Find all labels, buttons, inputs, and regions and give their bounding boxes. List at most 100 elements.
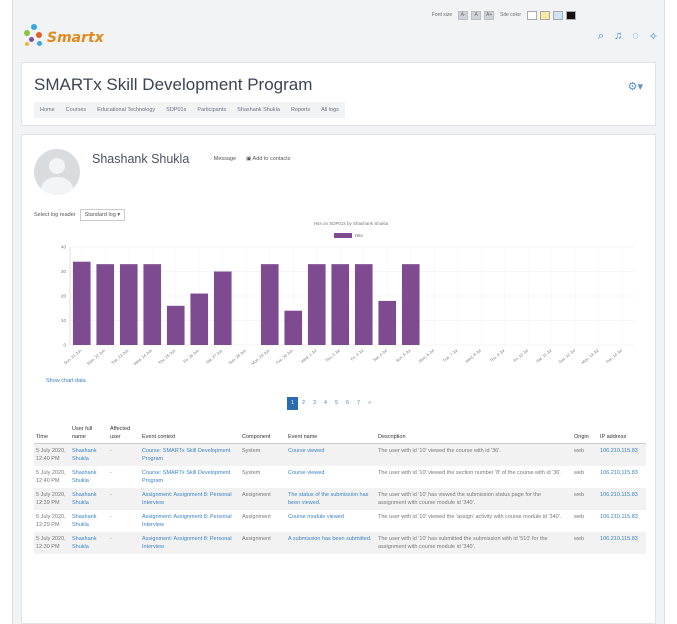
table-cell[interactable]: Course viewed (286, 443, 376, 466)
site-color-swatch[interactable] (540, 10, 550, 20)
y-tick-label: 20 (61, 294, 67, 299)
site-color-swatch[interactable] (566, 10, 576, 20)
page-link[interactable]: 3 (309, 397, 320, 410)
page-link[interactable]: 2 (298, 397, 309, 410)
table-cell[interactable]: Course module viewed (286, 510, 376, 532)
table-cell[interactable]: Shashank Shukla (70, 510, 108, 532)
table-cell: The user with id '10' viewed the 'assign… (378, 514, 562, 520)
table-cell[interactable]: Assignment: Assignment 8: Personal Inter… (140, 532, 240, 554)
breadcrumb-item[interactable]: Reports (291, 107, 310, 113)
page-link[interactable]: 4 (320, 397, 331, 410)
table-cell[interactable]: The status of the submission has been vi… (286, 488, 376, 510)
table-cell[interactable]: Shashank Shukla (70, 488, 108, 510)
table-cell[interactable]: 106.210.115.83 (598, 443, 646, 466)
table-cell[interactable]: Shashank Shukla (70, 443, 108, 466)
table-cell[interactable]: Course viewed (286, 466, 376, 488)
table-cell: 5 July 2020, 12:40 PM (36, 470, 66, 484)
page-link[interactable]: 7 (353, 397, 364, 410)
y-tick-label: 10 (61, 318, 67, 323)
x-tick-label: Sun, 28 Jun (227, 348, 247, 366)
x-tick-label: Thu, 2 Jul (324, 348, 341, 363)
message-link[interactable]: ◌ Message (209, 156, 236, 162)
column-header[interactable]: IP address (598, 423, 646, 444)
chart-bar (307, 264, 326, 345)
table-row: 5 July 2020, 12:40 PM Shashank Shukla - Cou… (34, 466, 646, 488)
chat-icon[interactable]: ◌ (632, 30, 639, 43)
bell-icon[interactable]: ♫ (614, 30, 622, 43)
x-tick-label: Wed, 24 Jun (133, 348, 153, 366)
search-icon[interactable]: ⌕ (598, 30, 604, 43)
table-cell: - (108, 488, 140, 510)
site-logo[interactable]: Smartx (23, 24, 104, 48)
page-link[interactable]: 6 (342, 397, 353, 410)
breadcrumb-item[interactable]: Home (40, 107, 55, 113)
font-reset-button[interactable]: A (471, 10, 482, 20)
breadcrumb-item[interactable]: Courses (66, 107, 86, 113)
table-cell[interactable]: A submission has been submitted. (286, 532, 376, 554)
table-cell: - (110, 470, 112, 476)
column-header[interactable]: User full name (70, 423, 108, 444)
chart-bar (96, 264, 115, 345)
font-decrease-button[interactable]: A- (458, 10, 469, 20)
chart-bar (260, 264, 279, 345)
breadcrumb-item[interactable]: Participants (197, 107, 226, 113)
chart-bar (166, 305, 185, 345)
column-header[interactable]: Component (240, 423, 286, 444)
table-cell[interactable]: 106.210.115.83 (598, 532, 646, 554)
table-cell[interactable]: Course: SMARTx Skill Development Program (140, 466, 240, 488)
page-link-active[interactable]: 1 (287, 397, 298, 410)
x-tick-label: Sun, 21 Jun (63, 348, 83, 366)
table-cell: web (572, 443, 598, 466)
log-table: Time User full name Affected user Event con… (34, 423, 646, 554)
table-cell[interactable]: Shashank Shukla (70, 532, 108, 554)
column-header[interactable]: Origin (572, 423, 598, 444)
column-header[interactable]: Event context (140, 423, 240, 444)
table-cell[interactable]: Course: SMARTx Skill Development Program (140, 443, 240, 466)
table-cell[interactable]: Assignment: Assignment 8: Personal Inter… (140, 510, 240, 532)
table-cell: Assignment (240, 488, 286, 510)
table-cell: System (240, 443, 286, 466)
chart-legend: Hits (334, 233, 363, 238)
breadcrumb-item[interactable]: Educational Technology (97, 107, 155, 113)
column-header[interactable]: Event name (286, 423, 376, 444)
table-cell: web (574, 470, 585, 476)
table-cell[interactable]: 106.210.115.83 (598, 466, 646, 488)
user-menu-icon[interactable]: ✧ (649, 30, 658, 43)
site-color-swatch[interactable] (527, 10, 537, 20)
page-link[interactable]: 5 (331, 397, 342, 410)
accessibility-bar: Font size A- A A+ Site color (13, 8, 664, 22)
site-color-swatch[interactable] (553, 10, 563, 20)
x-tick-label: Fri, 10 Jul (512, 348, 529, 363)
page-frame: Font size A- A A+ Site color Smartx ⌕ ♫ … (12, 0, 665, 624)
chart-bar (284, 310, 303, 345)
chart-bar (401, 264, 420, 345)
x-tick-label: Thu, 25 Jun (157, 348, 176, 365)
column-header[interactable]: Affected user (108, 423, 140, 444)
x-tick-label: Tue, 7 Jul (442, 348, 459, 363)
table-cell[interactable]: 106.210.115.83 (598, 488, 646, 510)
show-chart-data-link[interactable]: Show chart data (46, 378, 86, 384)
gear-icon[interactable]: ⚙▾ (628, 80, 643, 93)
table-cell[interactable]: Shashank Shukla (70, 466, 108, 488)
table-cell: - (108, 532, 140, 554)
chart-bar (331, 264, 350, 345)
font-increase-button[interactable]: A+ (484, 10, 495, 20)
chart-title: Hits on SDP01s by Shashank Shukla (314, 221, 389, 226)
column-header[interactable]: Description (376, 423, 572, 444)
site-color-label: Site color (500, 12, 521, 18)
breadcrumb-item[interactable]: Shashank Shukla (237, 107, 280, 113)
table-cell[interactable]: Assignment: Assignment 8: Personal Inter… (140, 488, 240, 510)
y-tick-label: 30 (61, 269, 67, 274)
breadcrumb-item[interactable]: SDP01s (166, 107, 186, 113)
column-header[interactable]: Time (34, 423, 70, 444)
breadcrumb-item[interactable]: All logs (321, 107, 339, 113)
table-row: 5 July 2020, 12:29 PM Shashank Shukla - Ass… (34, 510, 646, 532)
table-cell: System (242, 470, 261, 476)
table-cell[interactable]: 106.210.115.83 (598, 510, 646, 532)
logo-text: Smartx (47, 30, 104, 46)
add-contact-link[interactable]: ▣ Add to contacts (246, 156, 290, 162)
page-link[interactable]: » (364, 397, 375, 410)
hits-chart: Hits on SDP01s by Shashank Shukla Hits 0… (34, 219, 649, 377)
x-tick-label: Sat, 27 Jun (205, 348, 224, 365)
page-header: SMARTx Skill Development Program ⚙▾ Home… (21, 62, 656, 126)
